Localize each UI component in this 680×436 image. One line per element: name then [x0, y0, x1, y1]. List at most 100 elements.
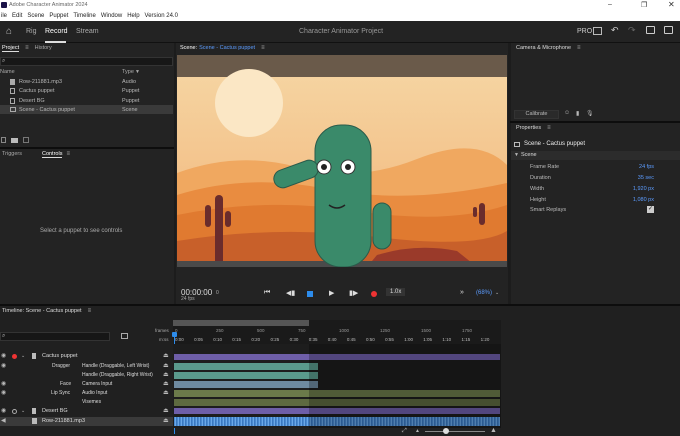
step-forward-icon[interactable]: ▮▶	[349, 289, 358, 297]
speaker-icon[interactable]: ◀	[1, 417, 6, 424]
track-audio-icon[interactable]: ⏏	[163, 352, 169, 359]
redo-icon[interactable]: ↷	[628, 25, 636, 36]
visibility-eye-icon[interactable]: ◉	[1, 362, 6, 369]
tab-stream[interactable]: Stream	[76, 28, 99, 35]
camera-menu-icon[interactable]: ≡	[577, 45, 581, 51]
record-arm-icon[interactable]	[12, 354, 17, 359]
home-icon[interactable]: ⌂	[6, 26, 12, 37]
left-wrist-take[interactable]	[174, 363, 318, 370]
visibility-eye-icon[interactable]: ◉	[1, 407, 6, 414]
visibility-eye-icon[interactable]: ◉	[1, 380, 6, 387]
panel-layout-icon[interactable]	[593, 27, 602, 35]
track-audio-icon[interactable]: ⏏	[163, 389, 169, 396]
project-item[interactable]: Row-211881.mp3 Audio	[0, 77, 173, 86]
menu-help[interactable]: Help	[127, 13, 139, 19]
tab-project[interactable]: Project	[2, 45, 20, 52]
prop-value-width[interactable]: 1,920 px	[605, 186, 654, 192]
track-row-lip-sync[interactable]: ◉ Lip Sync Audio Input ⏏	[0, 389, 173, 398]
column-name[interactable]: Name	[0, 69, 15, 75]
record-button[interactable]	[371, 291, 377, 297]
face-tracking-icon[interactable]: ☺	[564, 110, 570, 116]
menu-file[interactable]: ile	[1, 13, 7, 19]
timeline-menu-icon[interactable]: ≡	[88, 308, 92, 314]
new-item-icon[interactable]	[1, 137, 6, 143]
expand-chevron-icon[interactable]: ⌄	[21, 353, 25, 359]
menu-version[interactable]: Version 24.0	[145, 13, 178, 19]
visibility-eye-icon[interactable]: ◉	[1, 352, 6, 359]
tab-controls[interactable]: Controls	[41, 151, 63, 158]
project-search-input[interactable]: ⌕	[0, 57, 173, 66]
menu-scene[interactable]: Scene	[27, 13, 44, 19]
visibility-eye-icon[interactable]: ◉	[1, 389, 6, 396]
track-row-audio[interactable]: ◀ Row-211881.mp3 ⏏	[0, 417, 173, 426]
track-row-left-wrist[interactable]: ◉ Dragger Handle (Draggable, Left Wrist)…	[0, 362, 173, 371]
scene-name[interactable]: Scene - Cactus puppet	[199, 45, 255, 51]
menu-timeline[interactable]: Timeline	[73, 13, 95, 19]
zoom-out-icon[interactable]: ▲	[415, 428, 420, 434]
tab-record[interactable]: Record	[45, 28, 68, 35]
scene-viewport[interactable]	[177, 55, 507, 267]
menu-window[interactable]: Window	[101, 13, 122, 19]
pro-badge[interactable]: PRO	[577, 28, 592, 35]
zoom-slider-track[interactable]	[425, 431, 485, 432]
chat-icon[interactable]	[646, 26, 655, 34]
track-audio-icon[interactable]: ⏏	[163, 362, 169, 369]
timeline-options-icon[interactable]	[121, 333, 128, 339]
expand-chevron-icon[interactable]: ⌄	[21, 408, 25, 414]
menu-puppet[interactable]: Puppet	[49, 13, 68, 19]
zoom-slider-handle[interactable]	[443, 428, 449, 434]
feedback-icon[interactable]	[664, 26, 673, 34]
track-audio-icon[interactable]: ⏏	[163, 407, 169, 414]
track-row-visemes[interactable]: Visemes	[0, 398, 173, 407]
sort-icon[interactable]: ▼	[135, 69, 140, 75]
prop-value-duration[interactable]: 35 sec	[605, 175, 654, 181]
tab-rig[interactable]: Rig	[26, 28, 37, 35]
playhead-handle[interactable]	[172, 332, 177, 337]
track-row-cactus[interactable]: ◉ ⌄ Cactus puppet ⏏	[0, 352, 173, 361]
folder-icon[interactable]	[11, 138, 18, 143]
camera-input-take[interactable]	[174, 381, 318, 388]
zoom-in-icon[interactable]: ▲	[490, 427, 497, 434]
track-audio-icon[interactable]: ⏏	[163, 380, 169, 387]
undo-icon[interactable]: ↶	[611, 25, 619, 36]
timeline-search-input[interactable]: ⌕	[0, 332, 110, 341]
collapse-icon[interactable]: ▼	[514, 152, 519, 158]
project-item[interactable]: Cactus puppet Puppet	[0, 86, 173, 95]
right-wrist-take[interactable]	[174, 372, 318, 379]
work-area-bar[interactable]	[173, 320, 309, 326]
project-item-selected[interactable]: Scene - Cactus puppet Scene	[0, 105, 173, 114]
restore-icon[interactable]: ❐	[641, 1, 647, 9]
column-type[interactable]: Type	[122, 69, 134, 75]
project-item[interactable]: Desert BG Puppet	[0, 96, 173, 105]
fit-icon[interactable]: ⤢	[402, 428, 407, 435]
scene-menu-icon[interactable]: ≡	[261, 45, 265, 51]
play-button[interactable]: ▶	[329, 289, 334, 297]
track-row-desert[interactable]: ◉ ⌄ Desert BG ⏏	[0, 407, 173, 416]
stop-button[interactable]	[307, 291, 313, 297]
minimize-icon[interactable]: –	[608, 1, 612, 8]
prop-value-height[interactable]: 1,080 px	[605, 197, 654, 203]
track-row-face[interactable]: ◉ Face Camera Input ⏏	[0, 380, 173, 389]
controls-menu-icon[interactable]: ≡	[66, 151, 70, 157]
zoom-level[interactable]: (68%)	[476, 290, 492, 296]
fast-forward-icon[interactable]: »	[460, 289, 464, 296]
tab-history[interactable]: History	[35, 45, 52, 51]
microphone-icon[interactable]: 🎙	[586, 110, 594, 117]
record-arm-icon[interactable]	[12, 409, 17, 414]
track-row-right-wrist[interactable]: Handle (Draggable, Right Wrist) ⏏	[0, 371, 173, 380]
step-back-icon[interactable]: ◀▮	[286, 289, 295, 297]
project-menu-icon[interactable]: ≡	[25, 45, 29, 51]
track-audio-icon[interactable]: ⏏	[163, 417, 169, 424]
duplicate-icon[interactable]	[23, 137, 29, 143]
menu-edit[interactable]: Edit	[12, 13, 22, 19]
go-to-start-icon[interactable]: ⏮	[264, 289, 270, 297]
track-audio-icon[interactable]: ⏏	[163, 371, 169, 378]
properties-menu-icon[interactable]: ≡	[547, 125, 551, 131]
calibrate-button[interactable]: Calibrate	[514, 110, 559, 119]
scene-section-header[interactable]: ▼ Scene	[511, 151, 680, 160]
smart-replays-checkbox[interactable]: ✓	[647, 206, 654, 213]
playback-rate[interactable]: 1.0x	[386, 288, 406, 296]
prop-value-frame-rate[interactable]: 24 fps	[605, 164, 654, 170]
zoom-dropdown-icon[interactable]: ⌄	[495, 290, 499, 296]
camera-toggle-icon[interactable]: ▮	[576, 110, 579, 117]
